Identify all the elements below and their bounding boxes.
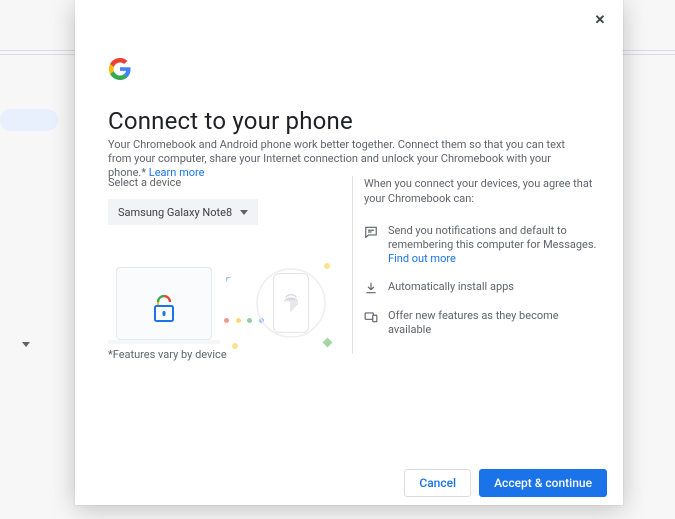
google-logo	[108, 57, 132, 81]
cancel-button[interactable]: Cancel	[404, 469, 471, 497]
permission-install-apps: Automatically install apps	[364, 280, 598, 295]
find-out-more-link[interactable]: Find out more	[388, 252, 456, 265]
column-divider	[352, 176, 353, 354]
connect-phone-dialog: ✕ Connect to your phone Your Chromebook …	[75, 0, 623, 505]
chevron-down-icon	[240, 210, 248, 215]
accept-continue-button[interactable]: Accept & continue	[479, 469, 607, 497]
permission-text: Automatically install apps	[388, 280, 514, 294]
content-columns: Select a device Samsung Galaxy Note8	[108, 176, 598, 356]
lock-icon	[152, 295, 176, 327]
decorative-dot	[324, 263, 330, 269]
messages-icon	[364, 225, 378, 239]
permission-new-features: Offer new features as they become availa…	[364, 309, 598, 337]
decorative-dot	[232, 343, 238, 349]
select-device-label: Select a device	[108, 176, 326, 189]
permissions-column: When you connect your devices, you agree…	[364, 176, 598, 351]
permission-text: Offer new features as they become availa…	[388, 309, 598, 337]
device-column: Select a device Samsung Galaxy Note8	[108, 176, 326, 353]
download-icon	[364, 281, 378, 295]
connection-illustration	[108, 245, 326, 353]
agreement-text: When you connect your devices, you agree…	[364, 176, 598, 206]
permission-messages: Send you notifications and default to re…	[364, 224, 598, 266]
permission-text: Send you notifications and default to re…	[388, 224, 596, 251]
laptop-base	[108, 340, 220, 344]
dropdown-caret	[22, 342, 30, 347]
devices-icon	[364, 310, 378, 324]
selected-device-value: Samsung Galaxy Note8	[118, 206, 232, 219]
close-button[interactable]: ✕	[593, 14, 607, 28]
dialog-description: Your Chromebook and Android phone work b…	[108, 138, 580, 180]
device-dropdown[interactable]: Samsung Galaxy Note8	[108, 199, 258, 225]
dialog-title: Connect to your phone	[108, 107, 353, 135]
footnote-text: *Features vary by device	[108, 348, 227, 361]
fingerprint-icon	[284, 293, 298, 313]
permissions-list: Send you notifications and default to re…	[364, 224, 598, 337]
dialog-footer: Cancel Accept & continue	[75, 461, 623, 505]
nav-pill	[0, 109, 58, 131]
wifi-icon	[226, 277, 232, 283]
